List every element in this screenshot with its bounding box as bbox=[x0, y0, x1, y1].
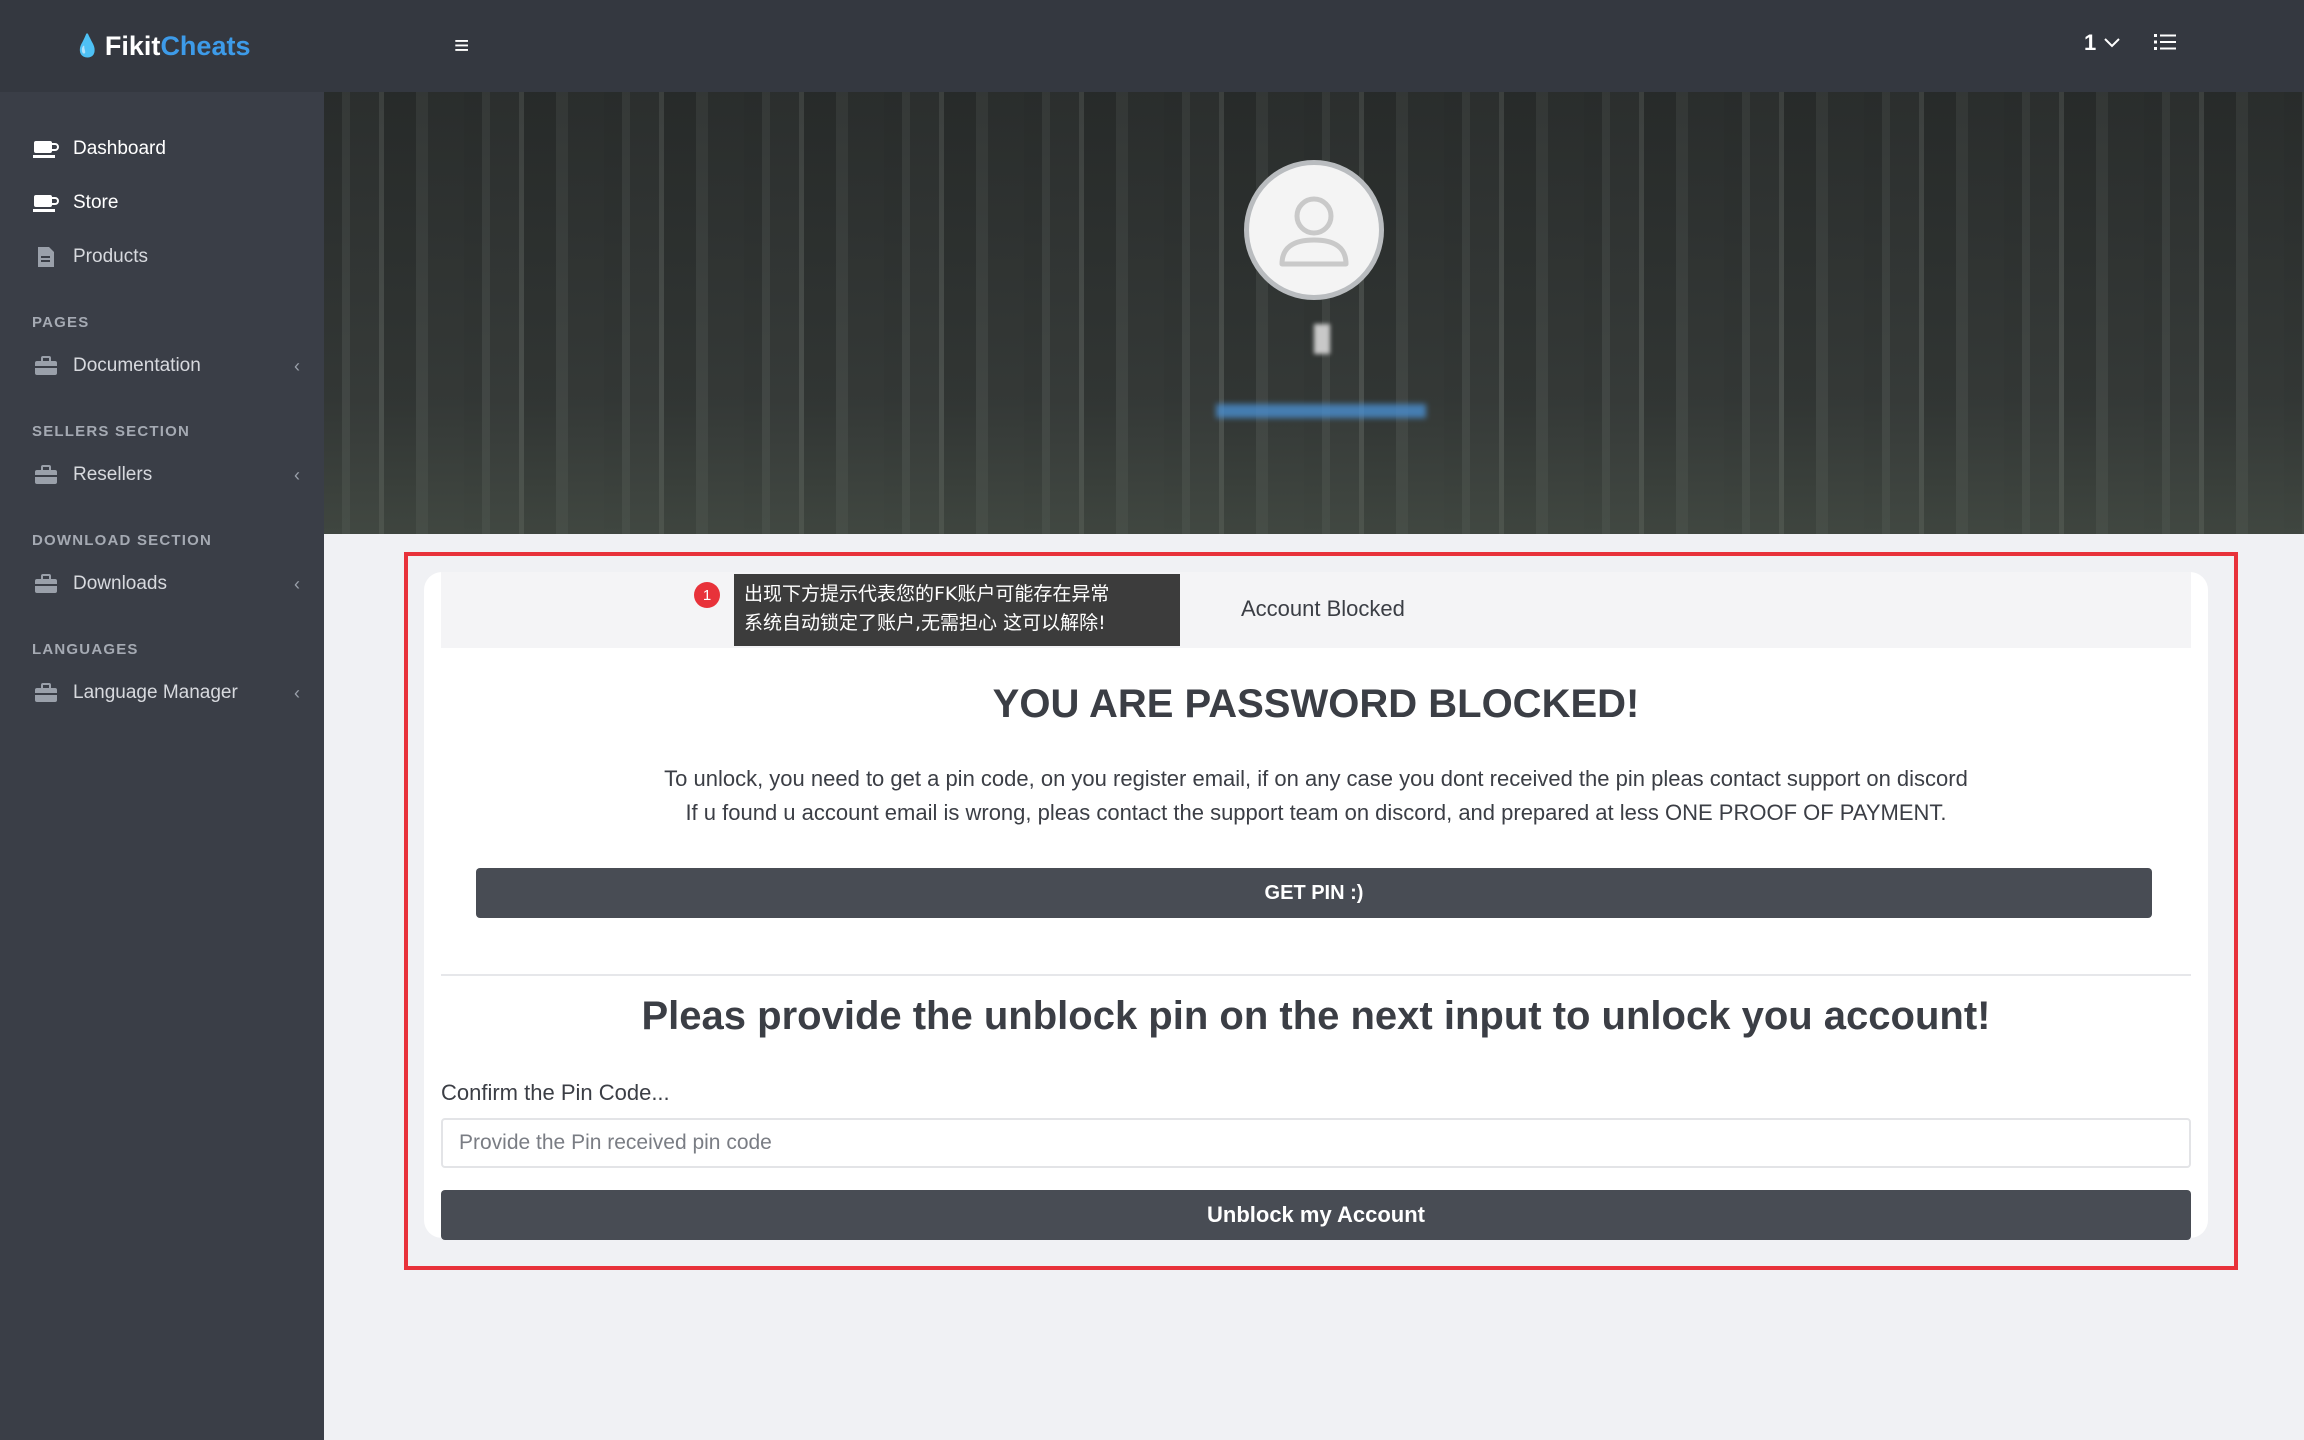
sidebar: 💧 Fikit Cheats Dashboard Store Products … bbox=[0, 0, 324, 1440]
brand-logo[interactable]: 💧 Fikit Cheats bbox=[0, 0, 324, 92]
sidebar-item-language-manager[interactable]: Language Manager ‹ bbox=[0, 666, 324, 720]
flame-icon: 💧 bbox=[73, 33, 101, 58]
info-text-line-1: To unlock, you need to get a pin code, o… bbox=[664, 766, 1968, 791]
cup-icon bbox=[33, 138, 59, 160]
sidebar-item-products[interactable]: Products bbox=[0, 230, 324, 284]
brand-name-part1: Fikit bbox=[104, 30, 161, 61]
sidebar-item-store[interactable]: Store bbox=[0, 176, 324, 230]
brand-name-part2: Cheats bbox=[160, 30, 251, 61]
user-icon bbox=[1279, 196, 1349, 267]
chevron-down-icon bbox=[2104, 38, 2120, 48]
annotation-badge: 1 bbox=[694, 582, 720, 608]
sidebar-item-resellers[interactable]: Resellers ‹ bbox=[0, 448, 324, 502]
section-label-sellers: SELLERS SECTION bbox=[32, 423, 191, 440]
sidebar-item-label: Dashboard bbox=[73, 138, 166, 159]
annotation-line-1: 出现下方提示代表您的FK账户可能存在异常 bbox=[744, 583, 1110, 605]
section-label-languages: LANGUAGES bbox=[32, 641, 139, 658]
hamburger-menu-icon[interactable]: ≡ bbox=[454, 30, 469, 61]
list-icon[interactable] bbox=[2154, 32, 2176, 57]
briefcase-icon bbox=[33, 355, 59, 377]
briefcase-icon bbox=[33, 573, 59, 595]
user-menu-label: 1 bbox=[2084, 30, 2097, 55]
pin-input[interactable] bbox=[441, 1118, 2191, 1168]
sidebar-item-documentation[interactable]: Documentation ‹ bbox=[0, 339, 324, 393]
avatar[interactable] bbox=[1244, 160, 1384, 300]
profile-banner bbox=[324, 92, 2304, 534]
sidebar-item-downloads[interactable]: Downloads ‹ bbox=[0, 557, 324, 611]
card-title: Account Blocked bbox=[1241, 596, 1405, 621]
file-icon bbox=[33, 246, 59, 268]
section-label-pages: PAGES bbox=[32, 314, 90, 331]
user-menu-dropdown[interactable]: 1 bbox=[2084, 30, 2120, 56]
briefcase-icon bbox=[33, 682, 59, 704]
sidebar-item-label: Store bbox=[73, 192, 119, 213]
email-redacted bbox=[1216, 404, 1426, 418]
cup-icon bbox=[33, 192, 59, 214]
unblock-heading: Pleas provide the unblock pin on the nex… bbox=[641, 994, 1991, 1038]
pin-field-label: Confirm the Pin Code... bbox=[441, 1080, 670, 1105]
chevron-left-icon: ‹ bbox=[294, 355, 300, 376]
blocked-heading: YOU ARE PASSWORD BLOCKED! bbox=[992, 682, 1640, 726]
sidebar-item-dashboard[interactable]: Dashboard bbox=[0, 122, 324, 176]
section-label-download: DOWNLOAD SECTION bbox=[32, 532, 213, 549]
annotation-note: 出现下方提示代表您的FK账户可能存在异常 系统自动锁定了账户,无需担心 这可以解… bbox=[734, 574, 1180, 646]
chevron-left-icon: ‹ bbox=[294, 682, 300, 703]
get-pin-button[interactable]: GET PIN :) bbox=[476, 868, 2152, 918]
username-redacted bbox=[1314, 324, 1330, 354]
briefcase-icon bbox=[33, 464, 59, 486]
sidebar-item-label: Products bbox=[73, 246, 148, 267]
sidebar-item-label: Downloads bbox=[73, 573, 167, 594]
annotation-line-2: 系统自动锁定了账户,无需担心 这可以解除! bbox=[744, 612, 1106, 634]
divider bbox=[441, 974, 2191, 976]
chevron-left-icon: ‹ bbox=[294, 464, 300, 485]
chevron-left-icon: ‹ bbox=[294, 573, 300, 594]
top-bar: ≡ 1 bbox=[324, 0, 2304, 92]
info-text-line-2: If u found u account email is wrong, ple… bbox=[685, 800, 1947, 825]
sidebar-item-label: Resellers bbox=[73, 464, 153, 485]
sidebar-item-label: Language Manager bbox=[73, 682, 238, 703]
sidebar-item-label: Documentation bbox=[73, 355, 201, 376]
unblock-account-button[interactable]: Unblock my Account bbox=[441, 1190, 2191, 1240]
account-blocked-card: Account Blocked 1 出现下方提示代表您的FK账户可能存在异常 系… bbox=[424, 572, 2208, 1240]
